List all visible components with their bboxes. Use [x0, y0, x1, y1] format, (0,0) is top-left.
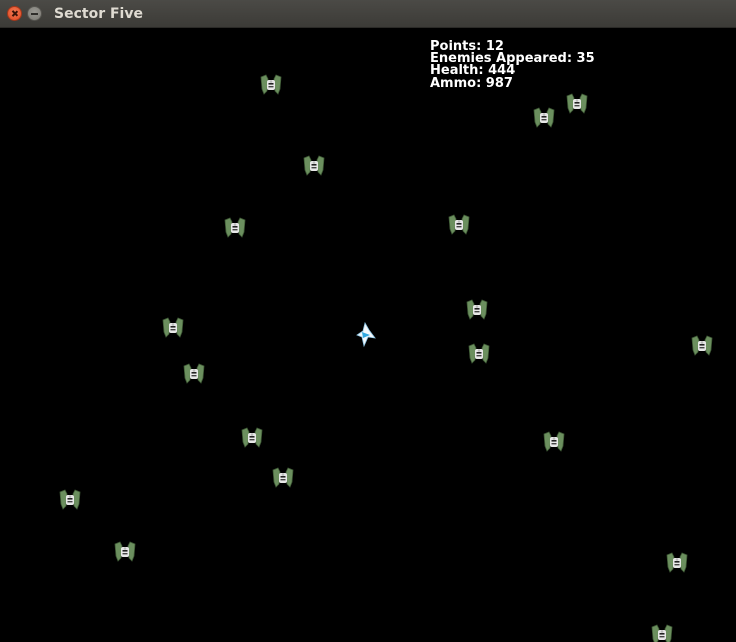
enemy-ship-icon	[665, 551, 689, 573]
enemy-ship-icon	[565, 92, 589, 114]
enemy-ship-icon	[223, 216, 247, 238]
game-window: Sector Five Points: 12 Enemies Appeared:…	[0, 0, 736, 642]
minimize-icon[interactable]	[27, 6, 42, 21]
enemy-ship-icon	[542, 430, 566, 452]
enemy-ship-icon	[113, 540, 137, 562]
enemy-ship-icon	[467, 342, 491, 364]
enemy-ship-icon	[161, 316, 185, 338]
enemy-ship-icon	[182, 362, 206, 384]
enemy-ship-icon	[447, 213, 471, 235]
enemy-ship-icon	[650, 623, 674, 642]
enemy-ship-icon	[259, 73, 283, 95]
window-title: Sector Five	[54, 6, 143, 22]
title-bar: Sector Five	[0, 0, 736, 28]
enemy-ship-icon	[271, 466, 295, 488]
enemy-ship-icon	[240, 426, 264, 448]
enemy-ship-icon	[532, 106, 556, 128]
hud: Points: 12 Enemies Appeared: 35 Health: …	[430, 40, 595, 91]
enemy-ship-icon	[302, 154, 326, 176]
game-canvas[interactable]: Points: 12 Enemies Appeared: 35 Health: …	[0, 28, 736, 642]
enemy-ship-icon	[465, 298, 489, 320]
close-icon[interactable]	[7, 6, 22, 21]
enemy-ship-icon	[690, 334, 714, 356]
ammo-label: Ammo: 987	[430, 75, 513, 91]
enemy-ship-icon	[58, 488, 82, 510]
player-ship-icon	[356, 322, 376, 348]
